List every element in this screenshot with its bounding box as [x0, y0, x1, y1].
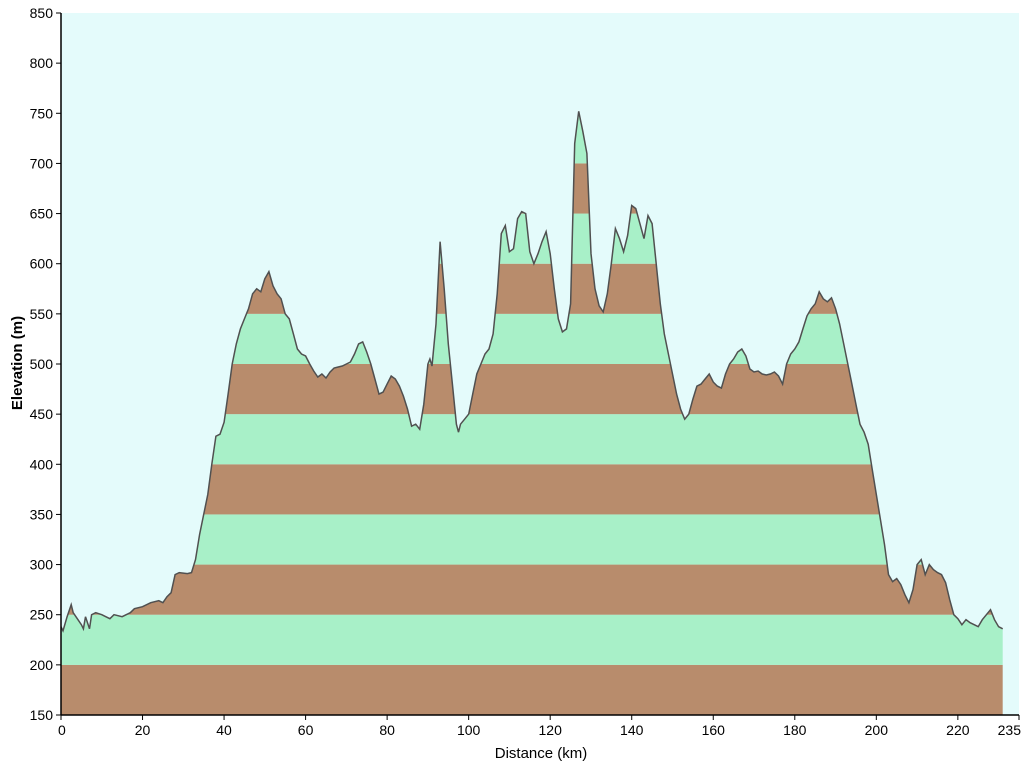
y-tick-label: 350	[30, 506, 54, 522]
x-tick-label: 100	[457, 722, 481, 738]
x-tick-label: 140	[620, 722, 644, 738]
y-tick-label: 800	[30, 55, 54, 71]
x-axis-label: Distance (km)	[495, 745, 588, 762]
y-tick-label: 200	[30, 657, 54, 673]
elevation-band	[61, 514, 1003, 565]
x-tick-label: 160	[702, 722, 726, 738]
x-tick-label: 200	[865, 722, 889, 738]
x-tick-label: 235	[998, 722, 1022, 738]
x-tick-label: 120	[539, 722, 563, 738]
x-tick-label: 0	[58, 722, 66, 738]
elevation-band	[61, 564, 1003, 615]
y-tick-label: 250	[30, 607, 54, 623]
elevation-band	[61, 664, 1003, 715]
y-tick-label: 650	[30, 206, 54, 222]
x-axis-ticks: 0 20 40 60 80 100 120 140 160 180 200 220 235	[58, 715, 1021, 738]
x-tick-label: 60	[298, 722, 314, 738]
x-tick-label: 220	[946, 722, 970, 738]
y-axis-label: Elevation (m)	[9, 316, 26, 410]
y-tick-label: 450	[30, 406, 54, 422]
y-tick-label: 300	[30, 557, 54, 573]
y-tick-label: 400	[30, 456, 54, 472]
elevation-profile-chart: 0 20 40 60 80 100 120 140 160 180 200 220 235 150 200…	[9, 5, 1021, 762]
y-tick-label: 750	[30, 105, 54, 121]
x-tick-label: 80	[379, 722, 395, 738]
x-tick-label: 180	[783, 722, 807, 738]
y-tick-label: 850	[30, 5, 54, 21]
y-tick-label: 150	[30, 707, 54, 723]
y-tick-label: 700	[30, 155, 54, 171]
x-tick-label: 40	[216, 722, 232, 738]
x-tick-label: 20	[135, 722, 151, 738]
y-tick-label: 500	[30, 356, 54, 372]
y-axis-ticks: 150 200 250 300 350 400 450 500 550 600 650 700 750 8…	[30, 5, 61, 723]
y-tick-label: 550	[30, 306, 54, 322]
elevation-band	[61, 614, 1003, 665]
y-tick-label: 600	[30, 256, 54, 272]
